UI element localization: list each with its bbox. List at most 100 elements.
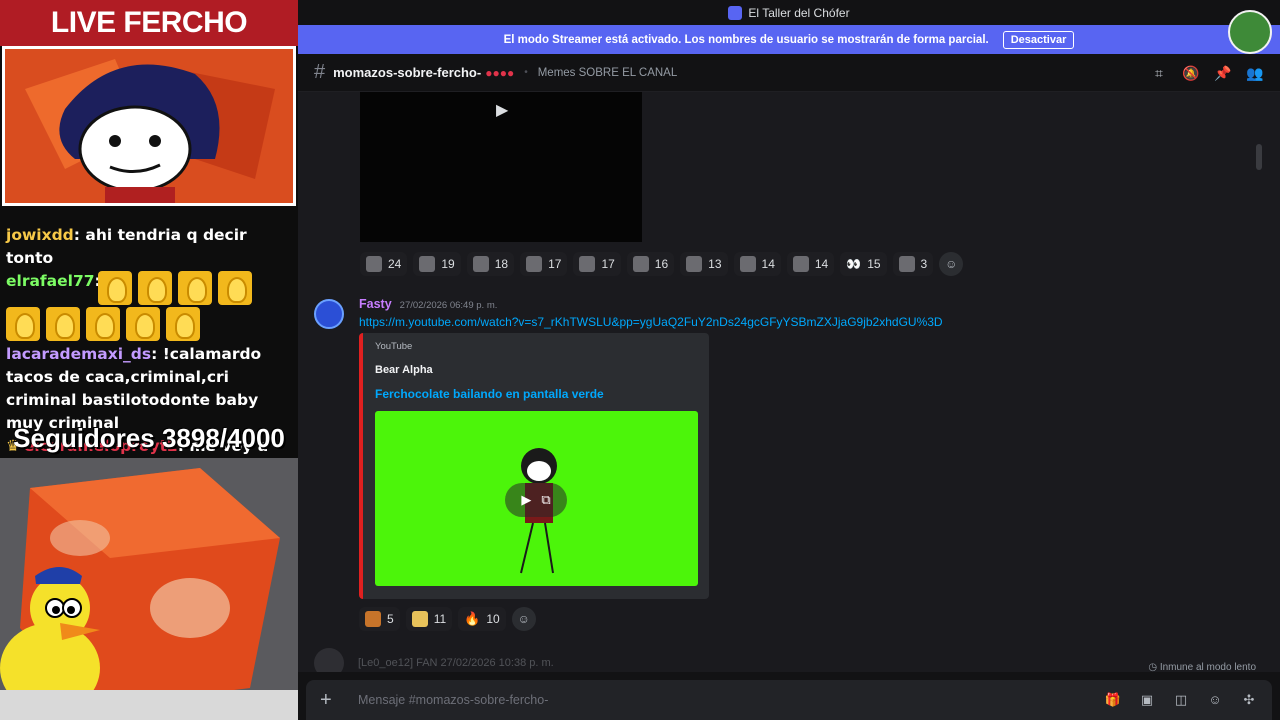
reaction-count: 10 [486,612,500,626]
channel-topic[interactable]: Memes SOBRE EL CANAL [538,67,678,79]
channel-name: momazos-sobre-fercho- [333,65,482,80]
message-timestamp: 27/02/2026 06:49 p. m. [399,300,498,311]
reaction-count: 17 [601,257,615,271]
duck-emote [178,271,212,305]
sticker-icon[interactable]: ◫ [1172,691,1190,709]
custom-emoji-icon [366,256,382,272]
composer-toolbar: 🎁 ▣ ◫ ☺ ✣ [1104,691,1258,709]
streamer-mode-message: El modo Streamer está activado. Los nomb… [503,33,989,46]
slowmode-status: ◷ Inmune al modo lento [1148,662,1256,672]
play-icon[interactable]: ▶ [496,100,508,120]
play-icon: ▶ [521,492,532,507]
member-list-icon[interactable]: 👥 [1246,64,1264,82]
separator-dot: • [524,67,528,78]
pinned-messages-icon[interactable]: 📌 [1214,64,1232,82]
reaction-count: 5 [387,612,394,626]
reaction-chip[interactable]: 16 [626,252,675,276]
add-reaction-icon[interactable]: ☺ [511,607,536,631]
reaction-chip[interactable]: 19 [413,252,461,276]
reaction-chip[interactable]: 👀 15 [840,252,887,276]
follower-goal: Seguidores 3898/4000 [13,423,285,453]
cube-illustration [0,458,298,720]
next-message-header: [Le0_oe12] FAN 27/02/2026 10:38 p. m. [358,657,554,669]
reaction-chip[interactable]: 3 [892,252,934,276]
emoji-icon[interactable]: ☺ [1206,691,1224,709]
discord-window: El Taller del Chófer El modo Streamer es… [298,0,1280,720]
youtube-embed: YouTube Bear Alpha Ferchocolate bailando… [359,333,709,599]
reaction-count: 14 [761,257,775,271]
duck-emote [98,271,132,305]
cartoon-avatar-image [5,49,293,203]
custom-emoji-icon [365,611,381,627]
slowmode-label: Inmune al modo lento [1159,662,1256,672]
fire-emoji-icon: 🔥 [464,611,481,626]
duck-emote [46,307,80,341]
streamer-mode-banner: El modo Streamer está activado. Los nomb… [298,25,1280,54]
message-input[interactable] [358,693,1104,707]
webcam-avatar-frame [2,46,296,206]
embed-title[interactable]: Ferchocolate bailando en pantalla verde [375,387,697,401]
reaction-chip[interactable]: 5 [359,607,400,631]
title-bar: El Taller del Chófer [298,0,1280,25]
gift-icon[interactable]: 🎁 [1104,691,1122,709]
message-body: Fasty 27/02/2026 06:49 p. m. https://m.y… [359,297,1254,631]
reaction-chip[interactable]: 13 [680,252,728,276]
message-username[interactable]: Fasty [359,297,392,311]
custom-emoji-icon [898,256,915,272]
reaction-chip[interactable]: 24 [360,252,408,276]
previous-video-embed[interactable]: ▶ [360,92,642,242]
reaction-count: 24 [388,257,402,271]
custom-emoji-icon [739,256,756,272]
channel-header: # momazos-sobre-fercho- ●●●● • Memes SOB… [298,54,1280,92]
open-external-icon: ⧉ [541,492,551,507]
chat-username: jowixdd [6,226,74,244]
message-reaction-bar: 5 11 🔥 10 ☺ [359,607,1254,631]
user-avatar[interactable] [314,299,344,329]
custom-emoji-icon [472,256,489,272]
embed-author[interactable]: Bear Alpha [375,364,697,376]
reaction-chip[interactable]: 🔥 10 [458,607,506,631]
reaction-count: 11 [433,612,447,626]
custom-emoji-icon [411,611,428,627]
emote-row [98,271,294,305]
reaction-chip[interactable]: 18 [466,252,515,276]
add-reaction-icon[interactable]: ☺ [939,252,964,276]
reaction-count: 13 [708,257,722,271]
reaction-chip[interactable]: 14 [786,252,835,276]
custom-emoji-icon [526,256,543,272]
duck-emote [138,271,172,305]
eyes-emoji-icon: 👀 [846,257,862,271]
disable-streamer-mode-button[interactable]: Desactivar [1002,30,1075,49]
notifications-muted-icon[interactable]: 🔕 [1182,64,1200,82]
custom-emoji-icon [632,256,649,272]
meme-cube-image [0,458,298,720]
custom-emoji-icon [686,256,703,272]
duck-emote [166,307,200,341]
reaction-count: 16 [654,257,669,271]
threads-icon[interactable]: ⌗ [1150,64,1168,82]
gif-icon[interactable]: ▣ [1138,691,1156,709]
reaction-bar: 24 19 18 17 17 16 13 14 14 👀 15 3 ☺ [360,252,964,276]
video-play-button[interactable]: ▶ ⧉ [505,483,567,517]
reaction-chip[interactable]: 17 [520,252,568,276]
duck-emote [126,307,160,341]
reaction-chip[interactable]: 14 [733,252,781,276]
message-header: Fasty 27/02/2026 06:49 p. m. [359,297,1254,311]
reaction-count: 15 [867,257,881,271]
reaction-chip[interactable]: 17 [573,252,621,276]
message-list[interactable]: ▶ 24 19 18 17 17 16 13 14 14 👀 15 3 ☺ Fas… [298,92,1280,672]
attach-plus-icon[interactable]: + [320,689,342,712]
message-scrollbar[interactable] [1256,144,1262,170]
youtube-link[interactable]: https://m.youtube.com/watch?v=s7_rKhTWSL… [359,315,1254,329]
duck-emote [218,271,252,305]
stream-title-banner: LIVE FERCHO REACTION [0,0,298,85]
reaction-chip[interactable]: 11 [405,607,453,631]
reaction-count: 19 [441,257,455,271]
embed-video-player[interactable]: ▶ ⧉ [375,411,698,586]
window-title: El Taller del Chófer [748,5,850,20]
streamer-logo-avatar [1228,10,1272,54]
reaction-count: 3 [920,257,928,271]
apps-icon[interactable]: ✣ [1240,691,1258,709]
custom-emoji-icon [579,256,596,272]
user-avatar[interactable] [314,648,344,672]
